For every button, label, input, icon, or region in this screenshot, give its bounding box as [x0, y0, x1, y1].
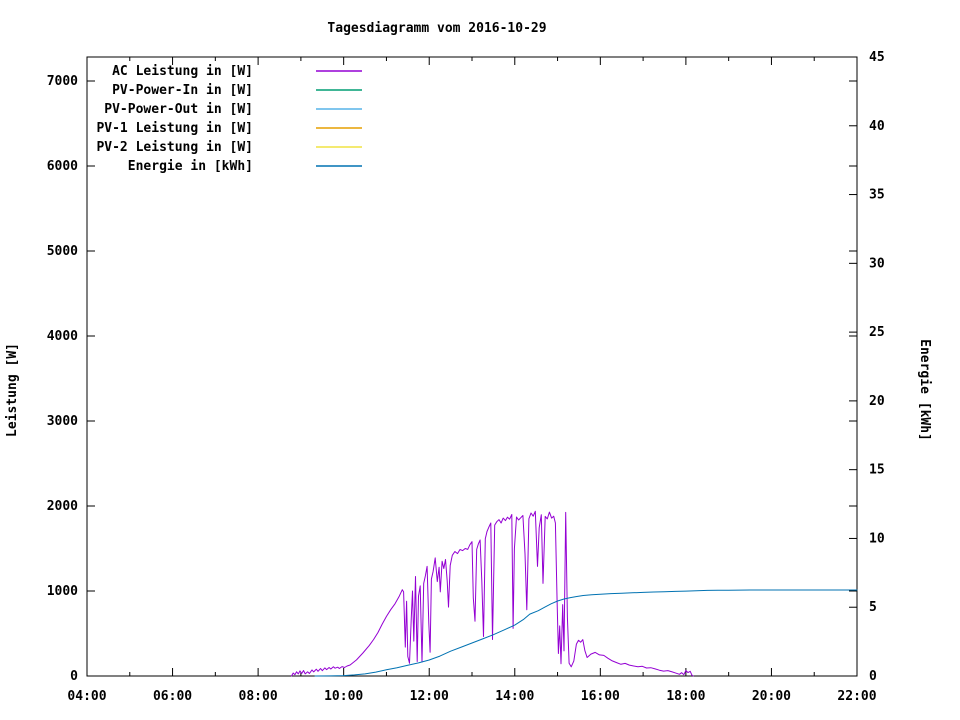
y2-tick-label: 20 [869, 394, 885, 409]
x-tick-label: 04:00 [67, 689, 106, 704]
y2-tick-label: 5 [869, 600, 877, 615]
y2-tick-label: 45 [869, 50, 885, 65]
x-tick-label: 22:00 [837, 689, 876, 704]
legend-item: PV-Power-Out in [W] [104, 102, 362, 117]
y-tick-label: 2000 [47, 499, 78, 514]
series-line-ac-leistung [291, 510, 694, 677]
legend-item: PV-Power-In in [W] [112, 83, 362, 98]
y2-tick-label: 30 [869, 256, 885, 271]
y-tick-label: 3000 [47, 414, 78, 429]
y-tick-label: 0 [70, 669, 78, 684]
chart-title: Tagesdiagramm vom 2016-10-29 [327, 21, 546, 36]
legend-item-label: PV-Power-In in [W] [112, 83, 253, 98]
x-tick-label: 20:00 [752, 689, 791, 704]
y2-tick-label: 40 [869, 119, 885, 134]
legend-item-label: PV-2 Leistung in [W] [96, 140, 253, 155]
x-tick-label: 12:00 [410, 689, 449, 704]
y-tick-label: 6000 [47, 159, 78, 174]
legend-item-label: PV-1 Leistung in [W] [96, 121, 253, 136]
y-tick-label: 7000 [47, 74, 78, 89]
y2-tick-label: 25 [869, 325, 885, 340]
chart-canvas: Tagesdiagramm vom 2016-10-29 Leistung [W… [5, 21, 932, 704]
y2-tick-label: 0 [869, 669, 877, 684]
series-line-energie [314, 589, 858, 677]
legend-item: PV-2 Leistung in [W] [96, 140, 362, 155]
plot-area: 04:00 06:00 08:00 10:00 12:00 14:00 16:00 18:00… [47, 50, 885, 704]
legend-item-label: PV-Power-Out in [W] [104, 102, 253, 117]
y-axis-label-right: Energie [kWh] [917, 339, 932, 441]
y-tick-label: 5000 [47, 244, 78, 259]
y-axis-right: 0 5 10 15 20 25 30 35 40 45 [849, 50, 885, 684]
x-tick-label: 10:00 [324, 689, 363, 704]
legend-item-label: Energie in [kWh] [128, 159, 253, 174]
legend-item: Energie in [kWh] [128, 159, 362, 174]
x-tick-label: 06:00 [153, 689, 192, 704]
x-tick-label: 08:00 [239, 689, 278, 704]
series-group [291, 510, 858, 677]
x-tick-label: 14:00 [495, 689, 534, 704]
y2-tick-label: 35 [869, 188, 885, 203]
chart-page: Tagesdiagramm vom 2016-10-29 Leistung [W… [0, 0, 960, 720]
legend-item: AC Leistung in [W] [112, 64, 362, 79]
y-tick-label: 4000 [47, 329, 78, 344]
x-tick-label: 18:00 [666, 689, 705, 704]
legend-item-label: AC Leistung in [W] [112, 64, 253, 79]
y-axis-label-left: Leistung [W] [5, 343, 20, 437]
y-tick-label: 1000 [47, 584, 78, 599]
y2-tick-label: 10 [869, 531, 885, 546]
y2-tick-label: 15 [869, 463, 885, 478]
legend-item: PV-1 Leistung in [W] [96, 121, 362, 136]
legend: AC Leistung in [W] PV-Power-In in [W] PV-P… [96, 64, 362, 174]
x-tick-label: 16:00 [581, 689, 620, 704]
